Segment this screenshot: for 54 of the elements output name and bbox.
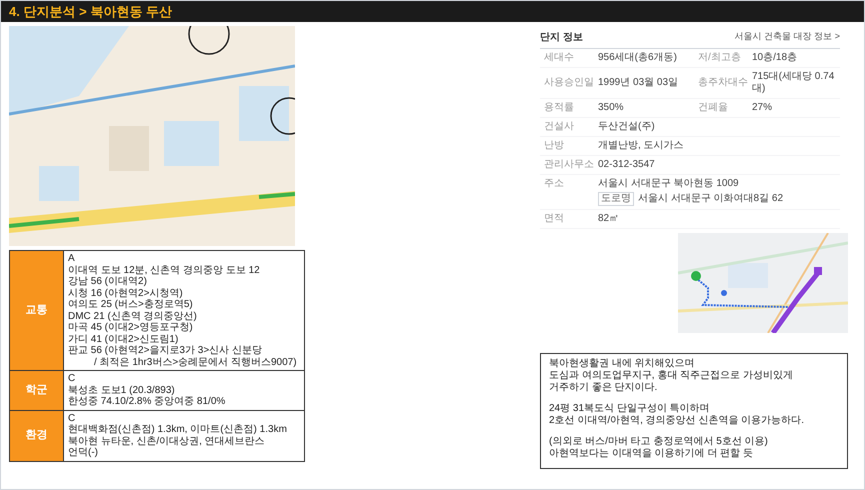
field-value: 27%	[752, 102, 774, 114]
field-value: 350%	[598, 102, 625, 114]
grade-text: C	[68, 373, 76, 384]
detail-line: 판교 56 (아현역2>을지로3가 3>신사 신분당	[68, 345, 263, 356]
detail-line: 현대백화점(신촌점) 1.3km, 이마트(신촌점) 1.3km	[68, 424, 288, 436]
detail-line: 강남 56 (이대역2)	[68, 276, 148, 288]
detail-line: 북아현 뉴타운, 신촌/이대상권, 연대세브란스	[68, 436, 266, 447]
grade-text: C	[68, 412, 76, 424]
panel-title: 단지 정보	[540, 30, 583, 44]
detail-line: DMC 21 (신촌역 경의중앙선)	[68, 310, 198, 322]
field-label: 주소	[544, 178, 565, 190]
detail-line: 시청 16 (아현역2>시청역)	[68, 288, 183, 298]
field-value: 02-312-3547	[598, 159, 656, 171]
category-label: 학군	[26, 383, 48, 398]
field-label: 세대수	[544, 52, 575, 64]
detail-line: 한성중 74.10/2.8% 중앙여중 81/0%	[68, 396, 226, 408]
detail-line: 이대역 도보 12분, 신촌역 경의중앙 도보 12	[68, 264, 261, 276]
field-value: 956세대(총6개동)	[598, 52, 678, 64]
field-value: 서울시 서대문구 북아현동 1009	[598, 178, 740, 190]
detail-line: 북성초 도보1 (20.3/893)	[68, 384, 176, 396]
field-label: 난방	[544, 140, 565, 152]
field-value: 715대(세대당 0.74대)	[752, 71, 836, 95]
field-value: 두산건설(주)	[598, 121, 656, 133]
field-label: 면적	[544, 213, 565, 225]
field-label: 건설사	[544, 121, 575, 133]
field-label: 총주차대수	[698, 77, 748, 89]
summary-line: 거주하기 좋은 단지이다.	[549, 382, 658, 394]
detail-line: 여의도 25 (버스>충정로역5)	[68, 299, 194, 310]
summary-line: 2호선 이대역/아현역, 경의중앙선 신촌역을 이용가능하다.	[549, 415, 806, 427]
category-label: 교통	[26, 303, 48, 318]
summary-line: (의외로 버스/마버 타고 충정로역에서 5호선 이용)	[549, 436, 769, 448]
grade-text: A	[68, 253, 76, 264]
summary-line: 북아현생활권 내에 위치해있으며	[549, 358, 696, 370]
field-value: 10층/18층	[752, 52, 798, 64]
registry-link[interactable]: 서울시 건축물 대장 정보 >	[734, 30, 840, 44]
field-value: 1999년 03월 03일	[598, 77, 680, 89]
summary-line: 아현역보다는 이대역을 이용하기에 더 편할 듯	[549, 448, 754, 460]
detail-line: 마곡 45 (이대2>영등포구청)	[68, 322, 194, 334]
summary-line: 24평 31복도식 단일구성이 특이하며	[549, 403, 711, 415]
field-label: 사용승인일	[544, 77, 594, 89]
detail-line: 언덕(-)	[68, 447, 99, 458]
field-label: 용적률	[544, 102, 575, 114]
field-value: 서울시 서대문구 이화여대8길 62	[638, 193, 784, 205]
page-title: 4. 단지분석 > 북아현동 두산	[9, 2, 172, 21]
field-label: 건폐율	[698, 102, 729, 114]
summary-line: 도심과 여의도업무지구, 홍대 직주근접으로 가성비있게	[549, 370, 794, 382]
detail-line: / 최적은 1hr3버스>숭례문에서 직행버스9007)	[93, 356, 298, 368]
road-name-tag: 도로명	[598, 192, 634, 206]
field-value: 82㎡	[598, 213, 620, 225]
field-value: 개별난방, 도시가스	[598, 140, 685, 152]
field-label: 관리사무소	[544, 159, 594, 171]
category-label: 환경	[26, 428, 48, 444]
field-label: 저/최고층	[698, 52, 742, 64]
detail-line: 가디 41 (이대2>신도림1)	[68, 334, 180, 345]
